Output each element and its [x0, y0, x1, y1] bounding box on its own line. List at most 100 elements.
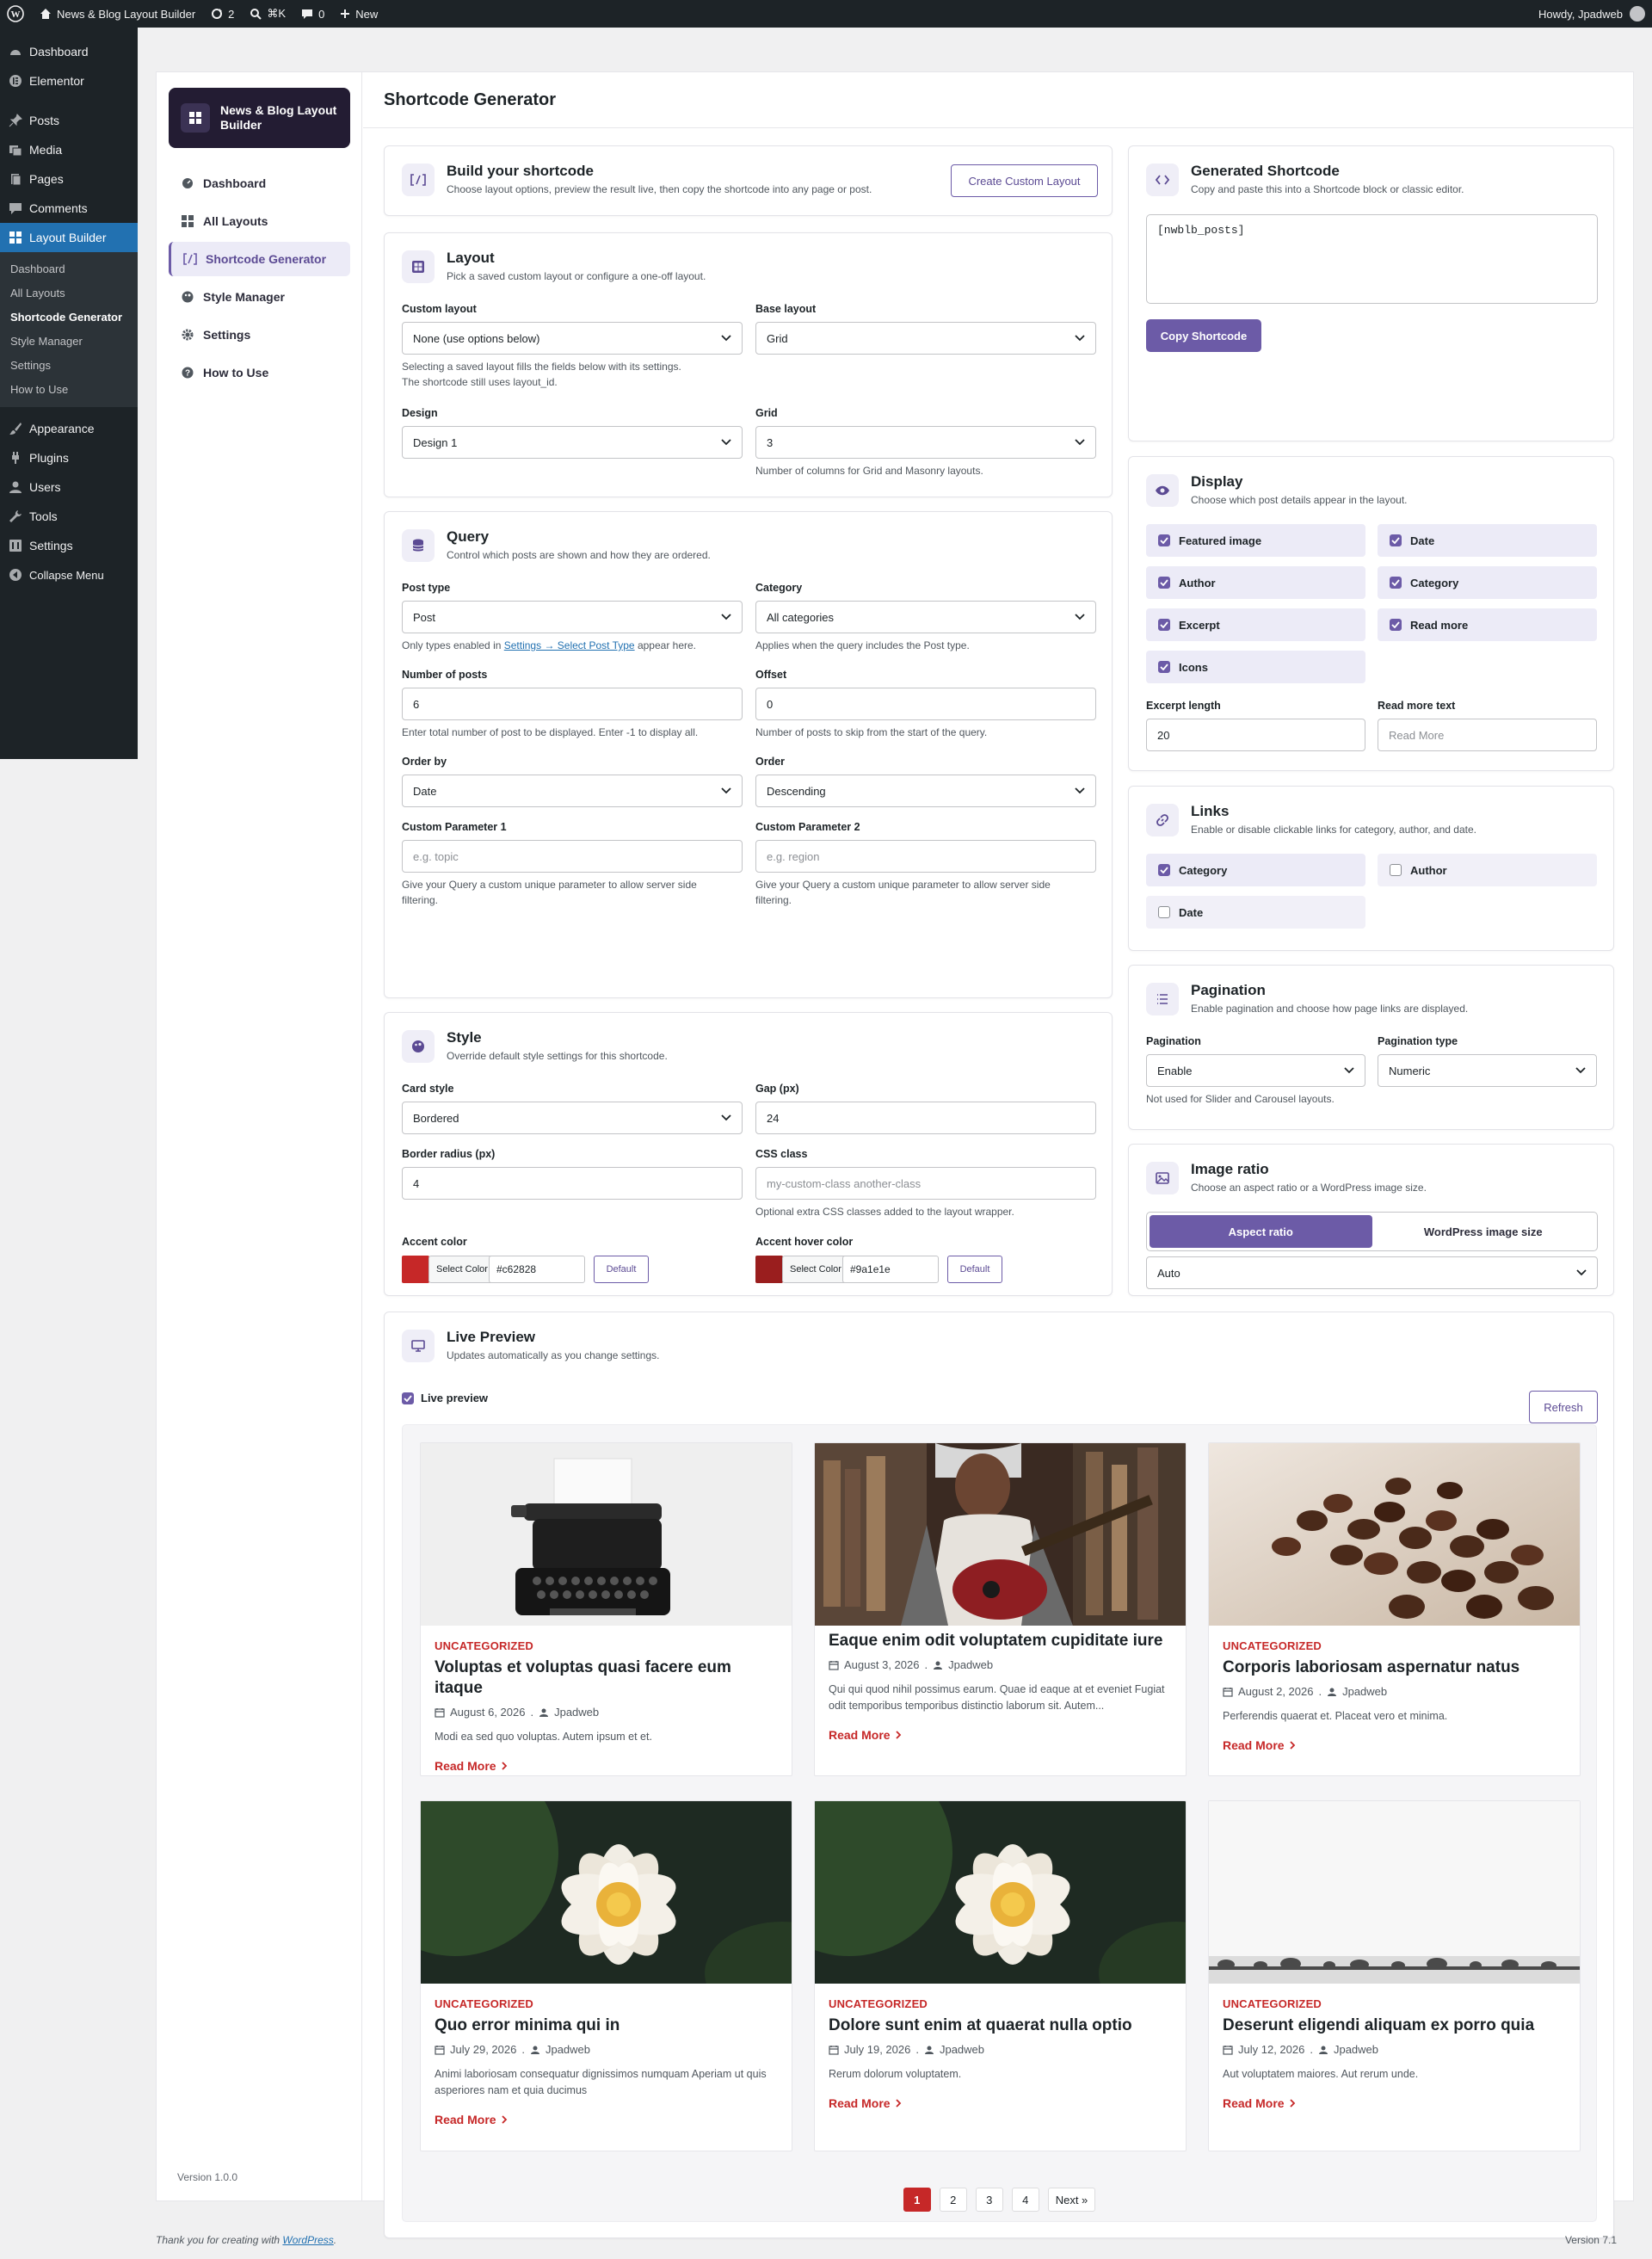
menu-item-pages[interactable]: Pages	[0, 164, 138, 194]
read-more-text-input[interactable]: Read More	[1378, 719, 1597, 751]
read-more-link[interactable]: Read More	[1223, 1738, 1566, 1752]
post-title[interactable]: Voluptas et voluptas quasi facere eum it…	[435, 1657, 778, 1699]
post-thumbnail-typewriter[interactable]	[421, 1443, 792, 1626]
tab-aspect-ratio[interactable]: Aspect ratio	[1150, 1215, 1372, 1248]
param1-input[interactable]: e.g. topic	[402, 840, 743, 873]
order-select[interactable]: Descending	[755, 775, 1096, 807]
create-custom-layout-button[interactable]: Create Custom Layout	[951, 164, 1098, 197]
post-type-select[interactable]: Post	[402, 601, 743, 633]
grid-select[interactable]: 3	[755, 426, 1096, 459]
read-more-option[interactable]: Read more	[1378, 608, 1597, 641]
submenu-dashboard[interactable]: Dashboard	[0, 257, 138, 281]
post-thumbnail-coffee[interactable]	[1209, 1443, 1580, 1626]
copy-shortcode-button[interactable]: Copy Shortcode	[1146, 319, 1261, 352]
accent-color-swatch[interactable]	[402, 1256, 429, 1283]
link-date-option[interactable]: Date	[1146, 896, 1365, 929]
comments-link[interactable]: 0	[301, 8, 324, 21]
post-title[interactable]: Quo error minima qui in	[435, 2015, 778, 2036]
submenu-how-to-use[interactable]: How to Use	[0, 378, 138, 402]
pagination-type-select[interactable]: Numeric	[1378, 1054, 1597, 1087]
page-link-1[interactable]: 1	[903, 2188, 931, 2212]
post-thumbnail-lotus[interactable]	[421, 1801, 792, 1984]
post-category[interactable]: UNCATEGORIZED	[1223, 1639, 1566, 1652]
site-name-link[interactable]: News & Blog Layout Builder	[40, 8, 195, 21]
aspect-ratio-select[interactable]: Auto	[1146, 1256, 1598, 1289]
css-class-input[interactable]: my-custom-class another-class	[755, 1167, 1096, 1200]
link-author-option[interactable]: Author	[1378, 854, 1597, 886]
post-title[interactable]: Dolore sunt enim at quaerat nulla optio	[829, 2015, 1172, 2036]
accent-hover-swatch[interactable]	[755, 1256, 783, 1283]
category-select[interactable]: All categories	[755, 601, 1096, 633]
submenu-shortcode-generator[interactable]: Shortcode Generator	[0, 306, 138, 330]
menu-item-users[interactable]: Users	[0, 472, 138, 502]
settings-link[interactable]: Settings → Select Post Type	[504, 639, 635, 651]
design-select[interactable]: Design 1	[402, 426, 743, 459]
refresh-button[interactable]: Refresh	[1529, 1391, 1598, 1423]
next-page-link[interactable]: Next »	[1047, 2188, 1096, 2212]
post-category[interactable]: UNCATEGORIZED	[829, 1997, 1172, 2010]
tab-wordpress-image-size[interactable]: WordPress image size	[1372, 1215, 1595, 1248]
order-by-select[interactable]: Date	[402, 775, 743, 807]
category-option[interactable]: Category	[1378, 566, 1597, 599]
num-posts-input[interactable]: 6	[402, 688, 743, 720]
post-title[interactable]: Deserunt eligendi aliquam ex porro quia	[1223, 2015, 1566, 2036]
custom-layout-select[interactable]: None (use options below)	[402, 322, 743, 355]
post-title[interactable]: Corporis laboriosam aspernatur natus	[1223, 1657, 1566, 1678]
post-category[interactable]: UNCATEGORIZED	[1223, 1997, 1566, 2010]
read-more-link[interactable]: Read More	[435, 1759, 778, 1773]
checkbox-checked[interactable]	[1158, 864, 1170, 876]
checkbox-checked[interactable]	[402, 1392, 414, 1404]
menu-item-plugins[interactable]: Plugins	[0, 443, 138, 472]
plugin-nav-how-to-use[interactable]: ? How to Use	[169, 355, 350, 390]
account-menu[interactable]: Howdy, Jpadweb	[1538, 6, 1645, 22]
param2-input[interactable]: e.g. region	[755, 840, 1096, 873]
accent-hover-input[interactable]: #9a1e1e	[842, 1256, 939, 1283]
menu-item-settings[interactable]: Settings	[0, 531, 138, 560]
accent-color-input[interactable]: #c62828	[489, 1256, 585, 1283]
accent-hover-select-color-button[interactable]: Select Color	[782, 1256, 849, 1283]
menu-item-elementor[interactable]: Elementor	[0, 66, 138, 96]
checkbox-checked[interactable]	[1390, 534, 1402, 546]
radius-input[interactable]: 4	[402, 1167, 743, 1200]
submenu-all-layouts[interactable]: All Layouts	[0, 281, 138, 306]
accent-hover-default-button[interactable]: Default	[947, 1256, 1002, 1283]
post-thumbnail-guitar[interactable]	[815, 1443, 1186, 1626]
post-category[interactable]: UNCATEGORIZED	[435, 1639, 778, 1652]
pagination-select[interactable]: Enable	[1146, 1054, 1365, 1087]
plugin-nav-all-layouts[interactable]: All Layouts	[169, 204, 350, 238]
post-thumbnail-lotus[interactable]	[815, 1801, 1186, 1984]
post-thumbnail-landscape[interactable]	[1209, 1801, 1580, 1984]
menu-item-dashboard[interactable]: Dashboard	[0, 37, 138, 66]
author-option[interactable]: Author	[1146, 566, 1365, 599]
collapse-menu-button[interactable]: Collapse Menu	[0, 560, 138, 589]
shortcode-output[interactable]: [nwblb_posts]	[1146, 214, 1598, 304]
menu-item-appearance[interactable]: Appearance	[0, 414, 138, 443]
wordpress-logo-icon[interactable]: W	[7, 5, 24, 22]
link-category-option[interactable]: Category	[1146, 854, 1365, 886]
accent-default-button[interactable]: Default	[594, 1256, 649, 1283]
featured-image-option[interactable]: Featured image	[1146, 524, 1365, 557]
plugin-nav-style-manager[interactable]: Style Manager	[169, 280, 350, 314]
offset-input[interactable]: 0	[755, 688, 1096, 720]
wordpress-link[interactable]: WordPress	[282, 2234, 333, 2246]
card-style-select[interactable]: Bordered	[402, 1102, 743, 1134]
live-preview-toggle[interactable]: Live preview	[402, 1392, 488, 1404]
menu-item-media[interactable]: Media	[0, 135, 138, 164]
command-palette-link[interactable]: ⌘K	[250, 7, 286, 21]
page-link-4[interactable]: 4	[1011, 2188, 1039, 2212]
checkbox-checked[interactable]	[1158, 534, 1170, 546]
menu-item-comments[interactable]: Comments	[0, 194, 138, 223]
plugin-nav-shortcode-generator[interactable]: Shortcode Generator	[169, 242, 350, 276]
page-link-2[interactable]: 2	[939, 2188, 967, 2212]
submenu-settings[interactable]: Settings	[0, 354, 138, 378]
submenu-style-manager[interactable]: Style Manager	[0, 330, 138, 354]
page-link-3[interactable]: 3	[975, 2188, 1003, 2212]
new-content-link[interactable]: New	[340, 8, 378, 21]
plugin-nav-settings[interactable]: Settings	[169, 318, 350, 352]
date-option[interactable]: Date	[1378, 524, 1597, 557]
read-more-link[interactable]: Read More	[829, 2096, 1172, 2110]
menu-item-posts[interactable]: Posts	[0, 106, 138, 135]
checkbox-unchecked[interactable]	[1390, 864, 1402, 876]
read-more-link[interactable]: Read More	[829, 1728, 1172, 1742]
checkbox-checked[interactable]	[1390, 577, 1402, 589]
